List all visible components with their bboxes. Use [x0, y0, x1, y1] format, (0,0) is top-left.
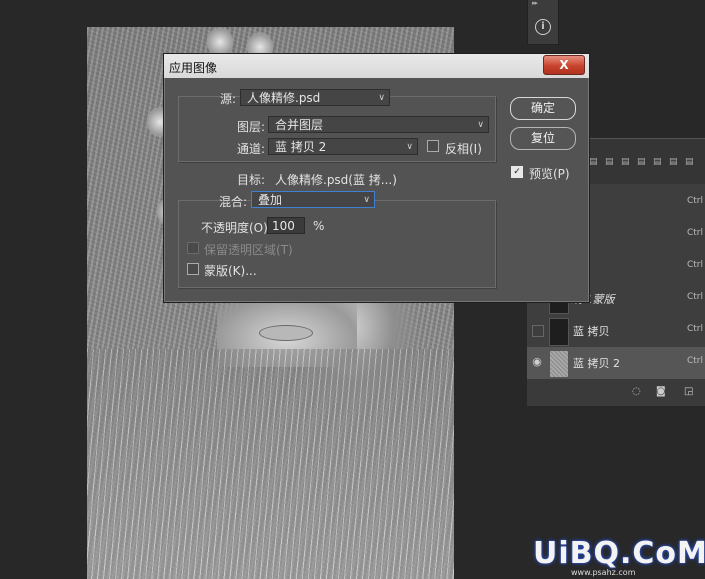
info-panel: ▸▸ i: [527, 0, 559, 45]
chevron-down-icon: ∨: [477, 120, 484, 130]
tab-glyph[interactable]: ▤: [621, 157, 630, 167]
tab-glyph[interactable]: ▤: [605, 157, 614, 167]
layer-shortcut: Ctrl: [686, 196, 703, 206]
reset-label: 复位: [530, 131, 555, 145]
layer-name: 蓝 拷贝: [573, 325, 610, 338]
watermark-url: www.psahz.com: [571, 568, 635, 577]
source-value: 人像精修.psd: [247, 91, 321, 105]
layer-row[interactable]: 蓝 拷贝 Ctrl: [527, 315, 705, 348]
layer-select[interactable]: 合并图层 ∨: [268, 116, 489, 133]
watermark-url-text: www.psahz.com: [571, 568, 636, 577]
layer-shortcut: Ctrl: [686, 228, 703, 238]
chevron-down-icon: ∨: [406, 142, 413, 152]
layer-shortcut: Ctrl: [686, 260, 703, 270]
layer-shortcut: Ctrl: [686, 324, 703, 334]
preserve-transparency-checkbox[interactable]: [187, 242, 199, 254]
blend-select[interactable]: 叠加 ∨: [251, 191, 375, 208]
dialog-titlebar[interactable]: 应用图像 X: [164, 54, 589, 78]
tab-glyph[interactable]: ▤: [669, 157, 678, 167]
invert-checkbox[interactable]: [427, 140, 439, 152]
collapse-icon[interactable]: ▸▸: [532, 0, 538, 7]
reset-button[interactable]: 复位: [510, 127, 576, 150]
close-icon: X: [559, 58, 569, 72]
new-layer-icon[interactable]: ◲: [684, 386, 693, 397]
selection-icon[interactable]: ◌: [632, 386, 641, 397]
mask-checkbox[interactable]: [187, 263, 199, 275]
blend-label: 混合:: [219, 195, 248, 209]
layer-shortcut: Ctrl: [686, 356, 703, 366]
source-select[interactable]: 人像精修.psd ∨: [240, 89, 390, 106]
eye-icon[interactable]: ◉: [531, 356, 543, 368]
adjustment-icon[interactable]: ◙: [656, 386, 666, 397]
blend-value: 叠加: [258, 193, 283, 207]
channel-select[interactable]: 蓝 拷贝 2 ∨: [268, 138, 418, 155]
visibility-toggle[interactable]: [532, 325, 544, 337]
opacity-input[interactable]: 100: [267, 217, 305, 234]
watermark-text: UiBQ.CoM: [533, 536, 705, 571]
layer-label: 图层:: [237, 120, 266, 134]
ok-label: 确定: [530, 101, 555, 115]
layer-name: 蓝 拷贝 2: [573, 357, 620, 370]
layer-shortcut: Ctrl: [686, 292, 703, 302]
tab-glyph[interactable]: ▤: [589, 157, 598, 167]
target-value: 人像精修.psd(蓝 拷...): [275, 173, 397, 187]
watermark-logo: UiBQ.CoM: [533, 536, 705, 571]
channel-label: 通道:: [237, 142, 266, 156]
invert-label: 反相(I): [445, 142, 482, 156]
source-label: 源:: [220, 92, 237, 106]
layer-row-selected[interactable]: ◉ 蓝 拷贝 2 Ctrl: [527, 347, 705, 380]
preserve-transparency-label: 保留透明区域(T): [204, 243, 293, 257]
tab-glyph[interactable]: ▤: [685, 157, 694, 167]
channel-value: 蓝 拷贝 2: [275, 140, 327, 154]
opacity-label: 不透明度(O):: [201, 221, 272, 235]
chevron-down-icon: ∨: [363, 195, 370, 205]
opacity-value: 100: [272, 219, 295, 233]
layer-thumbnail: [549, 350, 569, 378]
info-icon[interactable]: i: [535, 19, 551, 35]
chevron-down-icon: ∨: [378, 93, 385, 103]
lips-region: [259, 325, 313, 341]
preview-label: 预览(P): [529, 167, 570, 181]
layer-value: 合并图层: [275, 118, 324, 132]
close-button[interactable]: X: [543, 55, 585, 75]
tab-glyph[interactable]: ▤: [653, 157, 662, 167]
layer-thumbnail: [549, 318, 569, 346]
opacity-unit: %: [313, 219, 325, 233]
target-label: 目标:: [237, 173, 266, 187]
mask-label: 蒙版(K)...: [204, 264, 257, 278]
apply-image-dialog: 应用图像 X 源: 人像精修.psd ∨ 图层: 合并图层 ∨ 通道: 蓝 拷贝…: [163, 53, 590, 303]
ok-button[interactable]: 确定: [510, 97, 576, 120]
dialog-title: 应用图像: [169, 61, 218, 75]
preview-checkbox[interactable]: ✓: [511, 166, 523, 178]
layers-footer: ◌ ◙ ◲: [527, 379, 705, 406]
skirt-region: [87, 349, 454, 579]
tab-glyph[interactable]: ▤: [637, 157, 646, 167]
